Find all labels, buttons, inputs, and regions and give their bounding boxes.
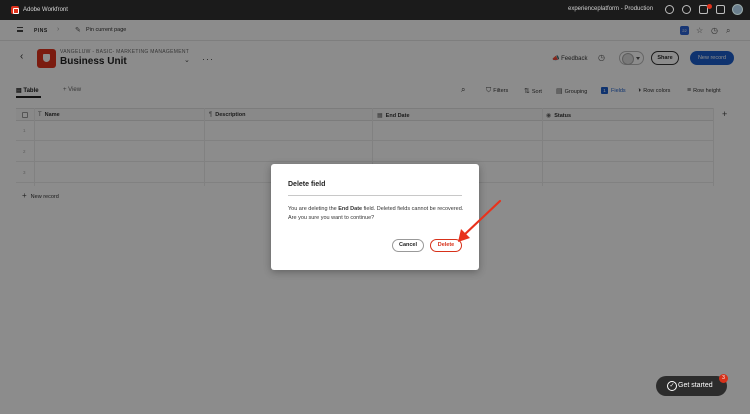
checkmark-icon: ✓ xyxy=(667,381,677,391)
annotation-arrow-icon xyxy=(458,199,502,242)
get-started-badge: 3 xyxy=(719,374,728,383)
